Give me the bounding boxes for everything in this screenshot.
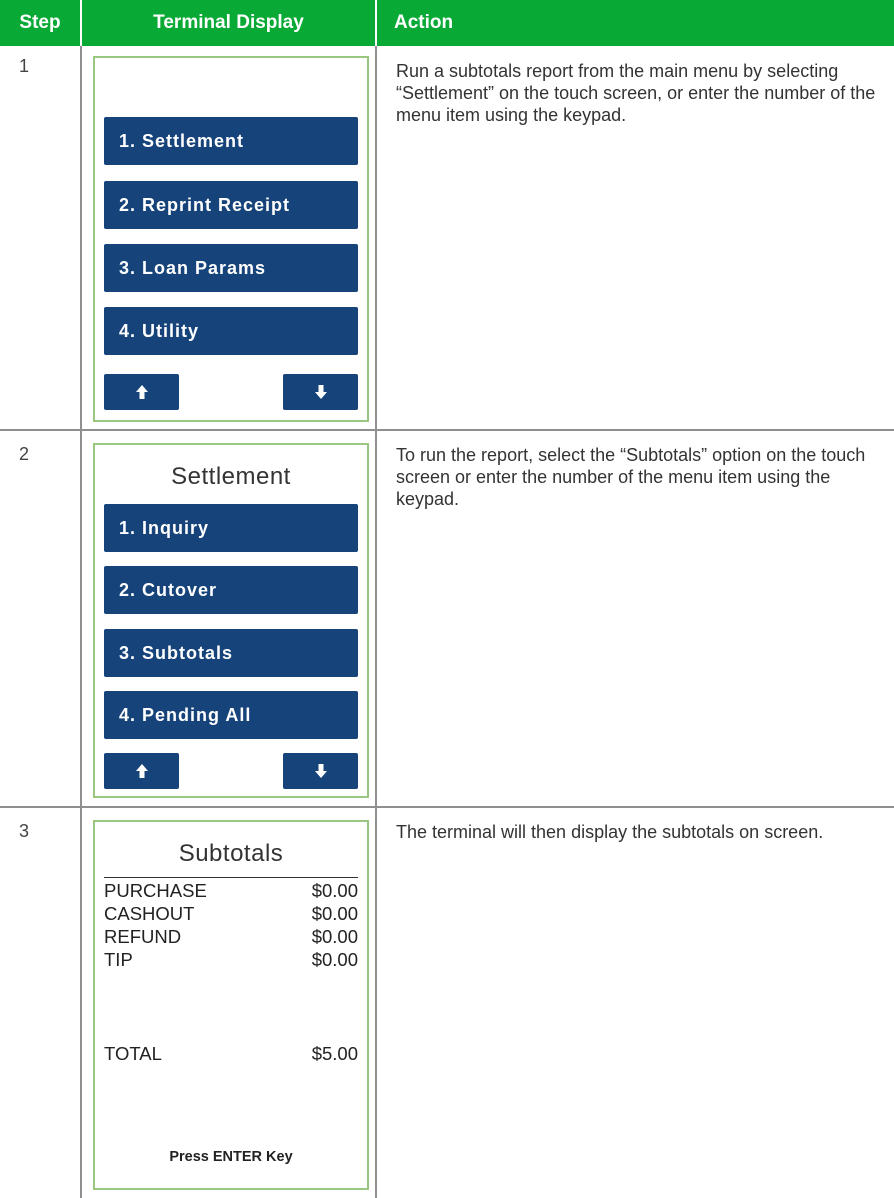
total-row: TOTAL $5.00	[104, 1043, 358, 1065]
step-number: 1	[19, 56, 30, 76]
subtotal-value: $0.00	[311, 926, 358, 947]
menu-item-reprint-receipt[interactable]: 2. Reprint Receipt	[104, 181, 358, 229]
subtotal-value: $0.00	[311, 880, 358, 901]
subtotal-row: PURCHASE $0.00	[104, 880, 358, 902]
action-text: The terminal will then display the subto…	[396, 822, 824, 842]
header-action: Action	[377, 0, 894, 46]
title-divider	[104, 877, 358, 878]
column-divider	[80, 46, 82, 1198]
arrow-down-icon	[314, 764, 327, 778]
header-terminal-display: Terminal Display	[82, 0, 375, 46]
menu-item-subtotals[interactable]: 3. Subtotals	[104, 629, 358, 677]
menu-item-cutover[interactable]: 2. Cutover	[104, 566, 358, 614]
step-number: 2	[19, 444, 30, 464]
arrow-up-icon	[135, 764, 148, 778]
scroll-down-button[interactable]	[283, 753, 358, 789]
instruction-table: Step Terminal Display Action 1 1. Settle…	[0, 0, 894, 1198]
scroll-down-button[interactable]	[283, 374, 358, 410]
subtotal-value: $0.00	[311, 949, 358, 970]
subtotal-label: CASHOUT	[104, 903, 195, 924]
step-number: 3	[19, 821, 30, 841]
subtotal-label: TIP	[104, 949, 133, 970]
terminal-screen-subtotals: Subtotals PURCHASE $0.00 CASHOUT $0.00 R…	[93, 820, 369, 1190]
terminal-screen-settlement: Settlement 1. Inquiry 2. Cutover 3. Subt…	[93, 443, 369, 798]
menu-item-inquiry[interactable]: 1. Inquiry	[104, 504, 358, 552]
press-enter-prompt: Press ENTER Key	[169, 1149, 293, 1165]
arrow-down-icon	[314, 385, 327, 399]
terminal-screen-main-menu: 1. Settlement 2. Reprint Receipt 3. Loan…	[93, 56, 369, 422]
subtotal-label: PURCHASE	[104, 880, 207, 901]
screen-title: Settlement	[171, 463, 291, 490]
total-label: TOTAL	[104, 1043, 162, 1064]
total-value: $5.00	[311, 1043, 358, 1064]
column-divider	[375, 46, 377, 1198]
subtotal-row: CASHOUT $0.00	[104, 903, 358, 925]
subtotal-row: TIP $0.00	[104, 949, 358, 971]
header-step: Step	[0, 0, 80, 46]
scroll-up-button[interactable]	[104, 753, 179, 789]
subtotal-value: $0.00	[311, 903, 358, 924]
menu-item-loan-params[interactable]: 3. Loan Params	[104, 244, 358, 292]
arrow-up-icon	[135, 385, 148, 399]
action-text: To run the report, select the “Subtotals…	[396, 445, 866, 509]
action-text: Run a subtotals report from the main men…	[396, 61, 876, 125]
screen-title: Subtotals	[178, 840, 284, 867]
row-divider	[0, 806, 894, 808]
subtotal-row: REFUND $0.00	[104, 926, 358, 948]
row-divider	[0, 429, 894, 431]
menu-item-settlement[interactable]: 1. Settlement	[104, 117, 358, 165]
subtotal-label: REFUND	[104, 926, 182, 947]
menu-item-pending-all[interactable]: 4. Pending All	[104, 691, 358, 739]
scroll-up-button[interactable]	[104, 374, 179, 410]
menu-item-utility[interactable]: 4. Utility	[104, 307, 358, 355]
